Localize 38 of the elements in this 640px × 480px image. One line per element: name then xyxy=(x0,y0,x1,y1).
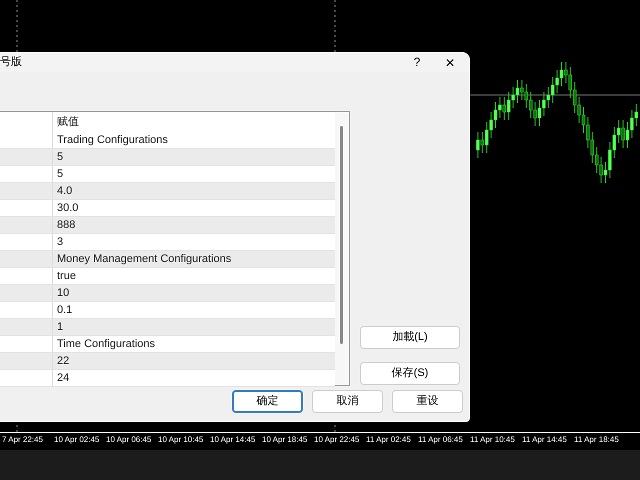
table-cell-text: 888 xyxy=(56,218,76,233)
time-label: 11 Apr 02:45 xyxy=(365,434,412,445)
table-cell-text: Time Configurations xyxy=(56,337,156,352)
time-label: 10 Apr 06:45 xyxy=(105,434,152,445)
scrollbar-thumb[interactable] xyxy=(340,126,343,344)
time-label: 10 Apr 22:45 xyxy=(313,434,360,445)
time-label: 10 Apr 18:45 xyxy=(261,434,308,445)
window-title: 号版 xyxy=(0,54,22,70)
table-cell-text: Trading Configurations xyxy=(56,133,169,148)
scrollbar[interactable] xyxy=(335,112,349,385)
dialog-button[interactable]: 重设 xyxy=(392,390,463,413)
table-cell-text: 4.0 xyxy=(56,184,74,199)
close-button[interactable]: × xyxy=(432,52,468,72)
table-cell-text: 30.0 xyxy=(56,201,80,216)
column-header: 赋值 xyxy=(56,115,80,130)
table-cell-text: 3 xyxy=(56,235,64,250)
help-button[interactable]: ? xyxy=(402,52,432,72)
time-label: 10 Apr 10:45 xyxy=(157,434,204,445)
time-label: 10 Apr 02:45 xyxy=(53,434,100,445)
dialog-button[interactable]: 确定 xyxy=(232,390,303,413)
table-cell-text: 0.1 xyxy=(56,303,74,318)
table-cell-text: Money Management Configurations xyxy=(56,252,232,267)
table-cell-text: 5 xyxy=(56,150,64,165)
table-cell-text: 22 xyxy=(56,354,70,369)
table-cell-text: true xyxy=(56,269,77,284)
dialog-button[interactable]: 保存(S) xyxy=(360,362,460,385)
time-label: 11 Apr 18:45 xyxy=(573,434,620,445)
table-cell-text: 24 xyxy=(56,371,70,386)
time-label: 7 Apr 22:45 xyxy=(1,434,44,445)
time-label: 11 Apr 14:45 xyxy=(521,434,568,445)
table-cell-text: 5 xyxy=(56,167,64,182)
time-label: 11 Apr 10:45 xyxy=(469,434,516,445)
time-label: 10 Apr 14:45 xyxy=(209,434,256,445)
table-cell-text: 10 xyxy=(56,286,70,301)
dialog-button[interactable]: 取消 xyxy=(312,390,383,413)
time-label: 11 Apr 06:45 xyxy=(417,434,464,445)
dialog-button[interactable]: 加載(L) xyxy=(360,326,460,349)
table-cell-text: 1 xyxy=(56,320,64,335)
